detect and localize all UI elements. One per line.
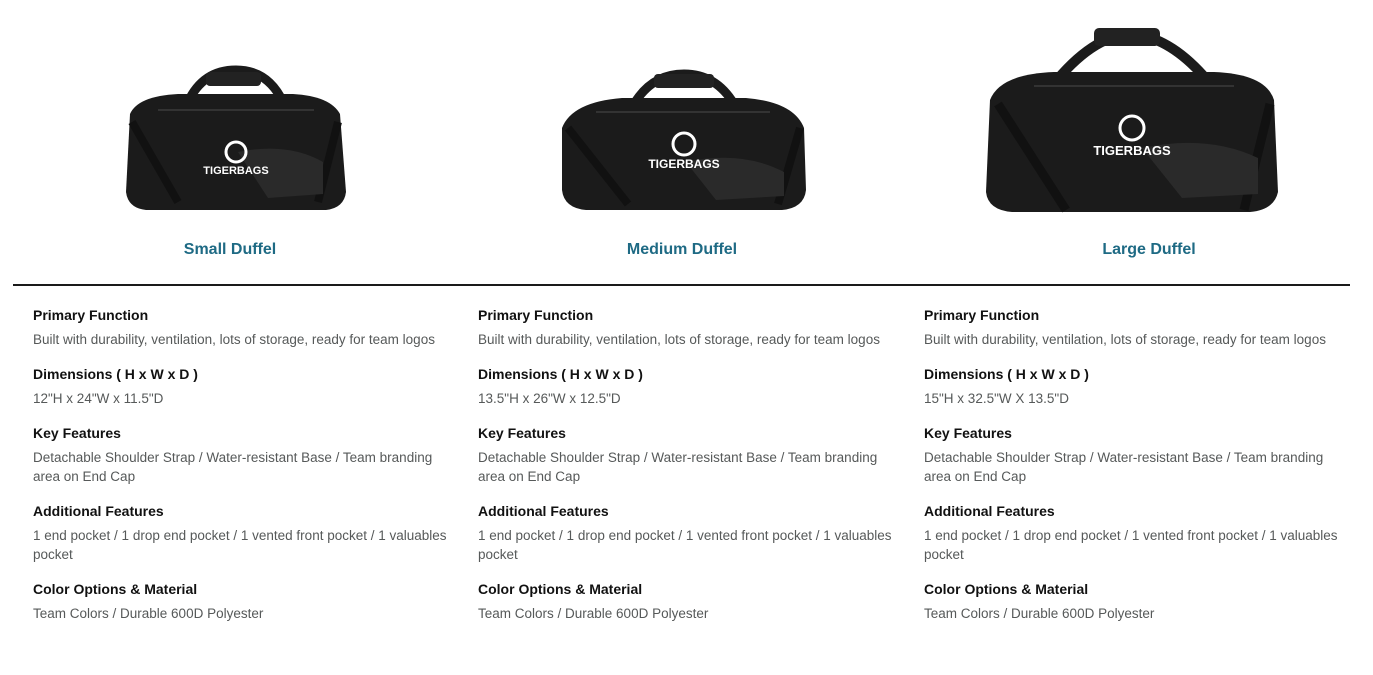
spec-label: Primary Function (924, 307, 1040, 323)
spec-value: 15"H x 32.5"W X 13.5"D (924, 391, 1069, 406)
spec-value: Detachable Shoulder Strap / Water-resist… (924, 450, 1324, 484)
spec-key-features: Key Features Detachable Shoulder Strap /… (33, 424, 458, 486)
spec-color-material: Color Options & Material Team Colors / D… (33, 580, 458, 623)
small-duffel-image: TIGERBAGS (126, 65, 346, 210)
small-duffel-title-link[interactable]: Small Duffel (184, 241, 276, 259)
spec-value: 1 end pocket / 1 drop end pocket / 1 ven… (478, 528, 892, 562)
spec-label: Color Options & Material (924, 581, 1089, 597)
spec-value: 1 end pocket / 1 drop end pocket / 1 ven… (924, 528, 1338, 562)
spec-label: Primary Function (478, 307, 594, 323)
spec-value: Built with durability, ventilation, lots… (33, 332, 435, 347)
spec-label: Key Features (478, 425, 566, 441)
large-duffel-title-link[interactable]: Large Duffel (1102, 241, 1195, 259)
spec-label: Color Options & Material (478, 581, 643, 597)
spec-label: Additional Features (924, 503, 1055, 519)
spec-label: Primary Function (33, 307, 149, 323)
spec-dimensions: Dimensions ( H x W x D ) 12"H x 24"W x 1… (33, 365, 458, 408)
spec-primary-function: Primary Function Built with durability, … (33, 306, 458, 349)
spec-key-features: Key Features Detachable Shoulder Strap /… (924, 424, 1349, 486)
medium-duffel-title-link[interactable]: Medium Duffel (627, 241, 737, 259)
spec-label: Dimensions ( H x W x D ) (33, 366, 198, 382)
spec-value: Built with durability, ventilation, lots… (478, 332, 880, 347)
large-duffel-specs: Primary Function Built with durability, … (924, 306, 1349, 639)
spec-label: Additional Features (478, 503, 609, 519)
comparison-divider (13, 284, 1350, 286)
spec-label: Dimensions ( H x W x D ) (478, 366, 643, 382)
spec-value: Team Colors / Durable 600D Polyester (478, 606, 709, 621)
spec-value: 1 end pocket / 1 drop end pocket / 1 ven… (33, 528, 447, 562)
bag-logo: TIGERBAGS (203, 165, 268, 177)
spec-additional-features: Additional Features 1 end pocket / 1 dro… (924, 502, 1349, 564)
spec-key-features: Key Features Detachable Shoulder Strap /… (478, 424, 903, 486)
spec-label: Additional Features (33, 503, 164, 519)
spec-label: Dimensions ( H x W x D ) (924, 366, 1089, 382)
spec-dimensions: Dimensions ( H x W x D ) 13.5"H x 26"W x… (478, 365, 903, 408)
duffel-bag-icon (562, 69, 806, 210)
spec-value: 13.5"H x 26"W x 12.5"D (478, 391, 621, 406)
spec-color-material: Color Options & Material Team Colors / D… (924, 580, 1349, 623)
medium-duffel-image: TIGERBAGS (562, 69, 806, 210)
large-duffel-image: TIGERBAGS (986, 28, 1278, 213)
duffel-bag-icon (986, 28, 1278, 213)
spec-value: 12"H x 24"W x 11.5"D (33, 391, 164, 406)
bag-logo: TIGERBAGS (648, 157, 719, 171)
medium-duffel-specs: Primary Function Built with durability, … (478, 306, 903, 639)
spec-primary-function: Primary Function Built with durability, … (924, 306, 1349, 349)
spec-label: Key Features (924, 425, 1012, 441)
spec-value: Built with durability, ventilation, lots… (924, 332, 1326, 347)
bag-logo: TIGERBAGS (1093, 143, 1171, 158)
spec-additional-features: Additional Features 1 end pocket / 1 dro… (33, 502, 458, 564)
spec-value: Detachable Shoulder Strap / Water-resist… (478, 450, 878, 484)
spec-value: Detachable Shoulder Strap / Water-resist… (33, 450, 433, 484)
spec-dimensions: Dimensions ( H x W x D ) 15"H x 32.5"W X… (924, 365, 1349, 408)
spec-value: Team Colors / Durable 600D Polyester (33, 606, 264, 621)
spec-value: Team Colors / Durable 600D Polyester (924, 606, 1155, 621)
spec-label: Key Features (33, 425, 121, 441)
small-duffel-specs: Primary Function Built with durability, … (33, 306, 458, 639)
spec-color-material: Color Options & Material Team Colors / D… (478, 580, 903, 623)
spec-additional-features: Additional Features 1 end pocket / 1 dro… (478, 502, 903, 564)
spec-label: Color Options & Material (33, 581, 198, 597)
duffel-bag-icon (126, 65, 346, 210)
spec-primary-function: Primary Function Built with durability, … (478, 306, 903, 349)
